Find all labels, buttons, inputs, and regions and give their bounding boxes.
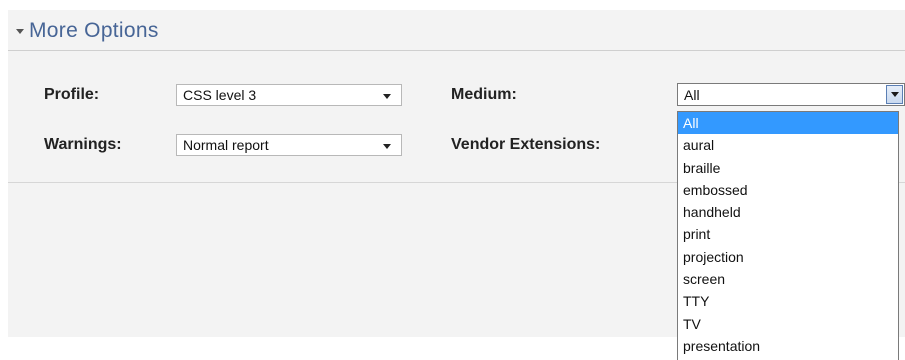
medium-dropdown-list[interactable]: All aural braille embossed handheld prin… (677, 111, 899, 360)
vendor-extensions-label: Vendor Extensions: (451, 136, 601, 153)
medium-option-projection[interactable]: projection (678, 246, 898, 268)
medium-option-embossed[interactable]: embossed (678, 179, 898, 201)
more-options-toggle[interactable]: More Options (16, 18, 159, 44)
medium-select-value: All (684, 86, 700, 103)
medium-select[interactable]: All (677, 83, 905, 106)
medium-option-handheld[interactable]: handheld (678, 201, 898, 223)
warnings-label: Warnings: (44, 136, 122, 153)
profile-select[interactable]: CSS level 3 (176, 84, 402, 106)
profile-label: Profile: (44, 86, 100, 103)
more-options-header: More Options (8, 10, 905, 51)
section-title: More Options (29, 19, 159, 42)
medium-option-all[interactable]: All (678, 112, 898, 135)
chevron-down-icon (383, 94, 391, 99)
medium-option-braille[interactable]: braille (678, 157, 898, 179)
chevron-down-icon (383, 144, 391, 149)
medium-option-tty[interactable]: TTY (678, 290, 898, 312)
medium-option-tv[interactable]: TV (678, 313, 898, 335)
medium-option-presentation[interactable]: presentation (678, 335, 898, 357)
chevron-down-icon (890, 92, 899, 97)
medium-option-print[interactable]: print (678, 223, 898, 245)
profile-select-value: CSS level 3 (183, 87, 257, 103)
warnings-select[interactable]: Normal report (176, 134, 402, 156)
medium-label: Medium: (451, 86, 517, 103)
medium-dropdown-button[interactable] (886, 85, 903, 104)
warnings-select-value: Normal report (183, 137, 269, 153)
medium-option-aural[interactable]: aural (678, 134, 898, 156)
medium-option-screen[interactable]: screen (678, 268, 898, 290)
chevron-down-icon (16, 29, 24, 34)
